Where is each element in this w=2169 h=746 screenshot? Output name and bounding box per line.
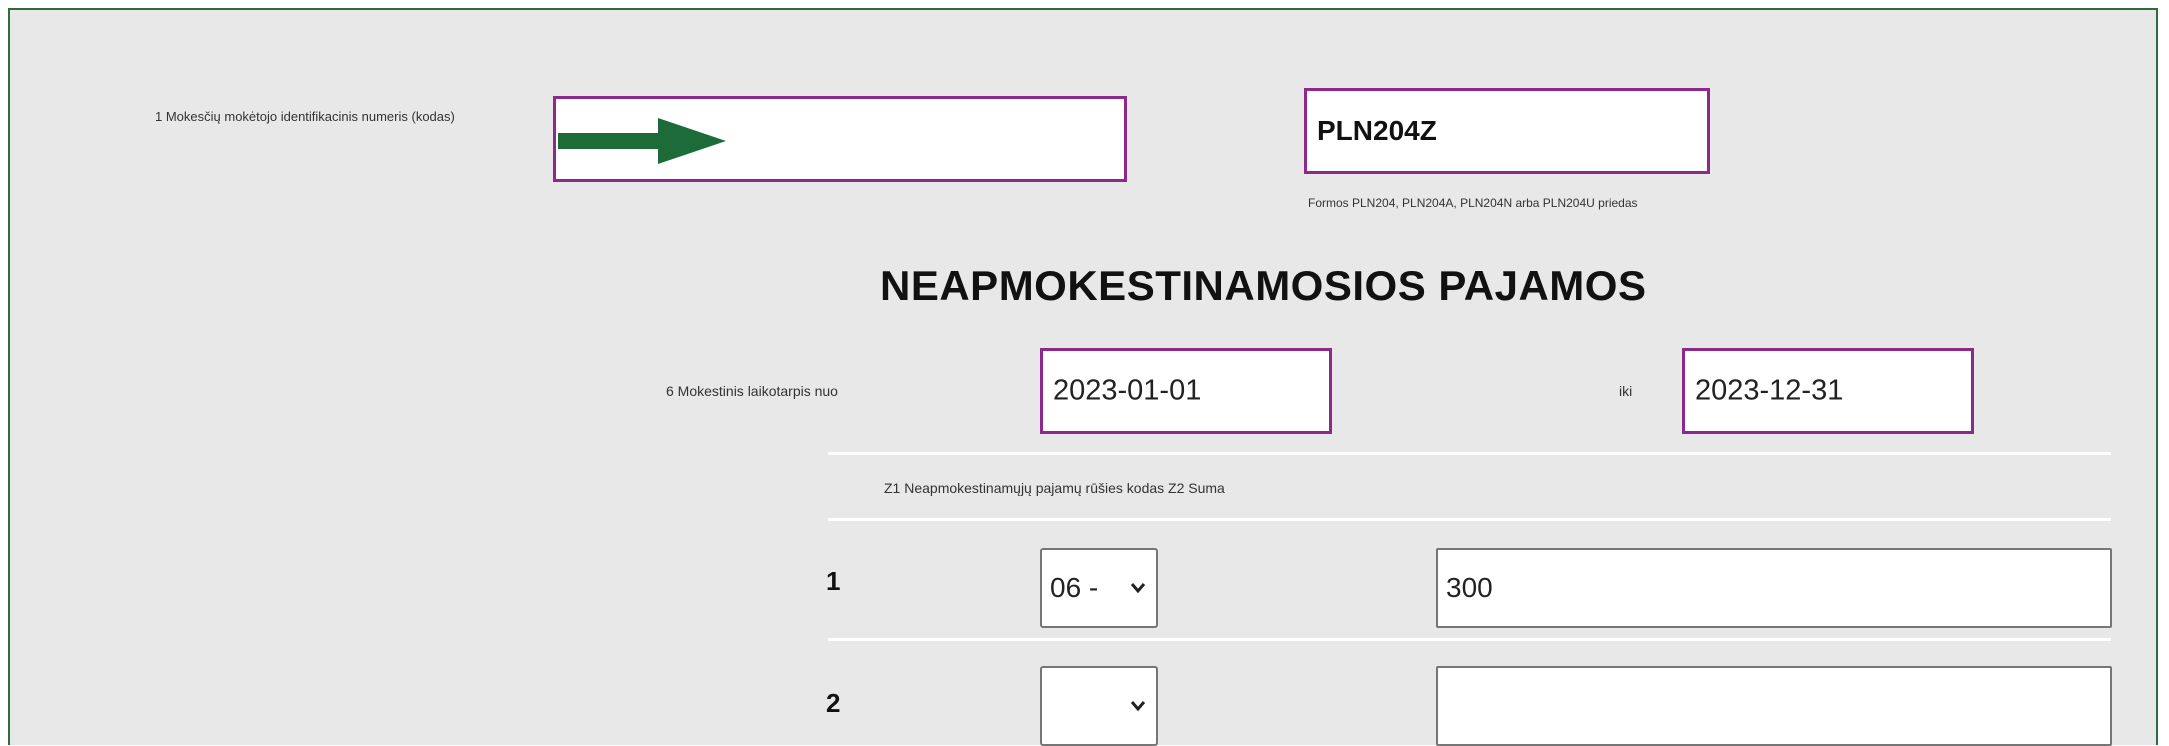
table-divider-row [828,638,2111,641]
amount-field[interactable] [1436,666,2112,746]
chevron-down-icon [1130,583,1146,594]
income-code-select[interactable]: 06 - [1040,548,1158,628]
page-title: NEAPMOKESTINAMOSIOS PAJAMOS [880,262,1647,309]
arrow-right-icon [558,118,726,164]
table-divider-top [828,452,2111,455]
id-number-field[interactable] [553,96,1127,182]
period-from-field[interactable]: 2023-01-01 [1040,348,1332,434]
amount-field[interactable]: 300 [1436,548,2112,628]
period-to-field[interactable]: 2023-12-31 [1682,348,1974,434]
form-code: PLN204Z [1317,115,1437,146]
period-from-value: 2023-01-01 [1053,374,1202,407]
form-note: Formos PLN204, PLN204A, PLN204N arba PLN… [1308,196,1638,210]
period-to-label: iki [1619,383,1633,399]
period-to-value: 2023-12-31 [1695,374,1844,407]
table-header: Z1 Neapmokestinamųjų pajamų rūšies kodas… [884,480,1225,496]
income-code-value: 06 - [1050,572,1099,603]
row-number: 1 [826,566,841,596]
period-from-label: 6 Mokestinis laikotarpis nuo [666,383,838,399]
form-code-box: PLN204Z [1304,88,1710,174]
chevron-down-icon [1130,701,1146,712]
income-code-select[interactable] [1040,666,1158,746]
row-number: 2 [826,688,841,718]
table-divider-header [828,518,2111,521]
id-label: 1 Mokesčių mokėtojo identifikacinis nume… [155,109,455,124]
form-frame: 1 Mokesčių mokėtojo identifikacinis nume… [8,8,2158,746]
amount-value: 300 [1446,572,1493,603]
